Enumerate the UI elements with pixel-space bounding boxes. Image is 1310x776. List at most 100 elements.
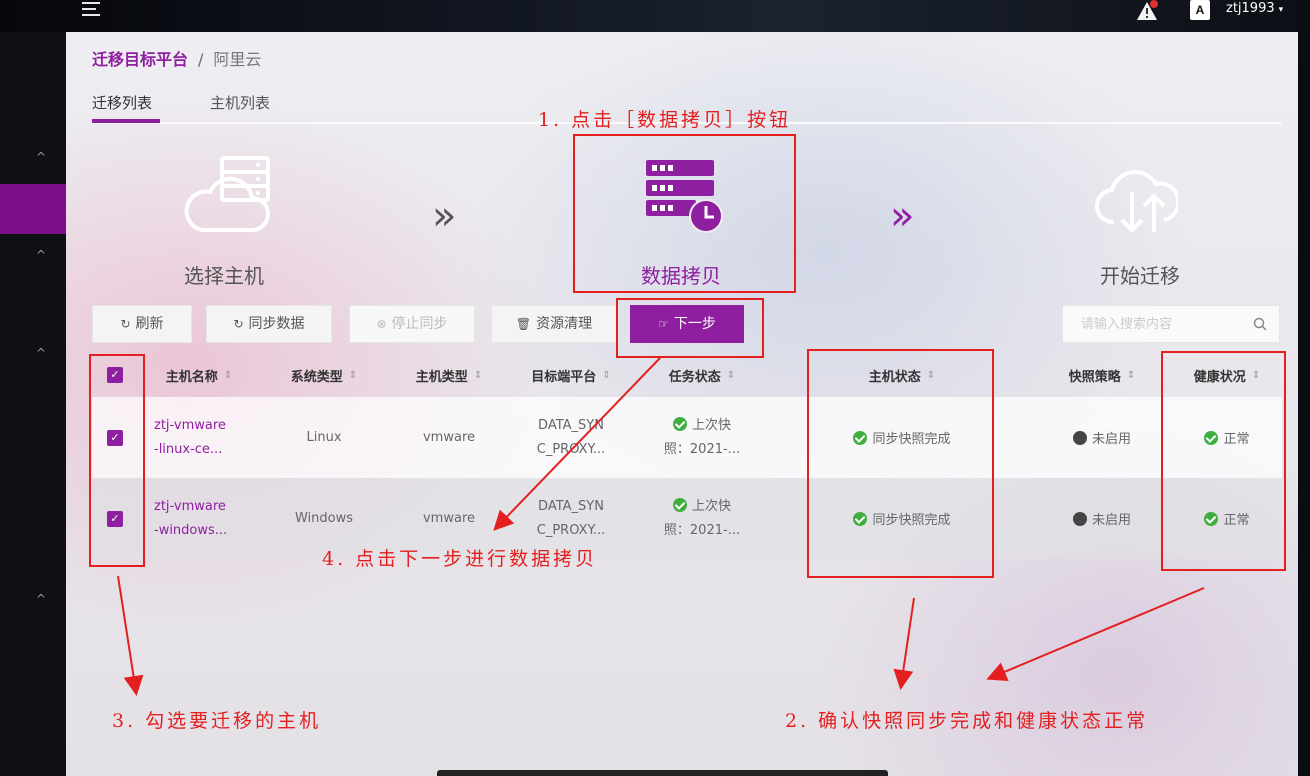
step-select-host-label: 选择主机	[184, 264, 264, 288]
select-all-cell: ✓	[92, 353, 138, 397]
column-label: 主机类型	[415, 369, 468, 385]
sidebar-collapse-icon[interactable]: ^	[36, 592, 46, 606]
tab-migration-list[interactable]: 迁移列表	[92, 92, 152, 113]
cloud-server-icon	[184, 156, 270, 232]
task-status-cell: 上次快照：2021-...	[632, 397, 772, 478]
breadcrumb-current: 阿里云	[213, 50, 262, 69]
stop-sync-button-label: 停止同步	[391, 316, 448, 332]
snapshot-policy-cell: 未启用	[1032, 478, 1172, 559]
user-menu[interactable]: ztj1993 ▾	[1226, 0, 1283, 19]
resource-cleanup-button-label: 资源清理	[536, 316, 593, 332]
hamburger-menu-icon[interactable]	[82, 2, 102, 20]
platform-line: C_PROXY...	[536, 522, 606, 538]
column-header-host-type[interactable]: 主机类型 ⇕	[388, 353, 510, 397]
sort-icon[interactable]: ⇕	[1127, 370, 1135, 381]
sort-icon[interactable]: ⇕	[349, 370, 357, 381]
column-header-task-status[interactable]: 任务状态 ⇕	[632, 353, 772, 397]
trash-icon: 🗑	[515, 317, 532, 331]
sort-icon[interactable]: ⇕	[602, 370, 610, 381]
next-step-button-label: 下一步	[673, 316, 716, 332]
search-icon[interactable]	[1253, 317, 1267, 331]
column-label: 快照策略	[1068, 369, 1121, 385]
sort-icon[interactable]: ⇕	[474, 370, 482, 381]
main-panel: 迁移目标平台 / 阿里云 迁移列表 主机列表 选择主机 » 数据拷贝 » 开始迁移 …	[66, 32, 1298, 776]
column-header-host-name[interactable]: 主机名称 ⇕	[138, 353, 260, 397]
sidebar-collapse-icon[interactable]: ^	[36, 150, 46, 164]
resource-cleanup-button[interactable]: 🗑 资源清理	[491, 305, 617, 343]
success-check-icon	[1204, 511, 1219, 526]
breadcrumb-separator: /	[198, 50, 204, 69]
annotation-step1-text: 1. 点击［数据拷贝］按钮	[538, 109, 792, 131]
caret-down-icon: ▾	[1278, 5, 1284, 15]
host-name-link[interactable]: ztj-vmware -windows...	[154, 478, 260, 559]
table-row[interactable]: ✓ ztj-vmware -linux-ce... Linux vmware DA…	[92, 397, 1282, 478]
target-platform-cell: DATA_SYN C_PROXY...	[510, 397, 632, 478]
database-clock-icon	[646, 160, 723, 233]
breadcrumb: 迁移目标平台 / 阿里云	[92, 46, 261, 70]
column-header-snapshot-policy[interactable]: 快照策略 ⇕	[1032, 353, 1172, 397]
task-status-line: 上次快	[691, 417, 731, 433]
host-status-cell: 同步快照完成	[772, 478, 1032, 559]
breadcrumb-parent-link[interactable]: 迁移目标平台	[92, 50, 188, 69]
stop-icon: ⊗	[376, 317, 387, 331]
username-label: ztj1993	[1226, 1, 1275, 16]
font-size-icon[interactable]: A	[1190, 0, 1210, 20]
success-check-icon	[672, 416, 687, 431]
tab-host-list[interactable]: 主机列表	[210, 92, 270, 113]
column-label: 主机名称	[165, 369, 218, 385]
sort-icon[interactable]: ⇕	[927, 370, 935, 381]
sync-data-button[interactable]: ↻ 同步数据	[206, 305, 332, 343]
column-header-host-status[interactable]: 主机状态 ⇕	[772, 353, 1032, 397]
success-check-icon	[672, 497, 687, 512]
column-header-os-type[interactable]: 系统类型 ⇕	[260, 353, 388, 397]
column-label: 目标端平台	[531, 369, 597, 385]
platform-line: DATA_SYN	[538, 498, 604, 514]
step-start-migration-label: 开始迁移	[1100, 264, 1180, 288]
row-checkbox[interactable]: ✓	[107, 510, 123, 527]
sync-icon: ↻	[233, 317, 244, 331]
sidebar-collapse-icon[interactable]: ^	[36, 248, 46, 262]
sort-icon[interactable]: ⇕	[727, 370, 735, 381]
column-label: 健康状况	[1193, 369, 1246, 385]
task-status-cell: 上次快 照：2021-...	[632, 478, 772, 559]
refresh-icon: ↻	[120, 317, 131, 331]
refresh-button-label: 刷新	[135, 316, 164, 332]
sort-icon[interactable]: ⇕	[1252, 370, 1260, 381]
task-status-line: 照：2021-...	[663, 441, 741, 457]
os-type-cell: Linux	[306, 430, 342, 445]
row-checkbox[interactable]: ✓	[107, 429, 123, 446]
annotation-step4-text: 4. 点击下一步进行数据拷贝	[322, 548, 598, 570]
host-type-cell: vmware	[422, 430, 475, 445]
step-data-copy-label[interactable]: 数据拷贝	[641, 260, 721, 289]
success-check-icon	[1204, 430, 1219, 445]
top-bar: A ztj1993 ▾	[0, 0, 1310, 32]
platform-line: DATA_SYN	[538, 417, 604, 433]
search-input[interactable]	[1063, 306, 1233, 342]
health-cell: 正常	[1172, 478, 1282, 559]
sync-data-button-label: 同步数据	[248, 316, 305, 332]
success-check-icon	[853, 511, 868, 526]
alert-triangle-icon[interactable]	[1136, 0, 1158, 22]
column-header-target-platform[interactable]: 目标端平台 ⇕	[510, 353, 632, 397]
sort-icon[interactable]: ⇕	[224, 370, 232, 381]
sidebar-collapse-icon[interactable]: ^	[36, 346, 46, 360]
refresh-button[interactable]: ↻ 刷新	[92, 305, 192, 343]
column-header-health[interactable]: 健康状况 ⇕	[1172, 353, 1282, 397]
disabled-dot-icon	[1072, 511, 1087, 526]
stop-sync-button[interactable]: ⊗ 停止同步	[349, 305, 475, 343]
row-select-cell: ✓	[92, 478, 138, 559]
host-name-link[interactable]: ztj-vmware -linux-ce...	[154, 397, 260, 478]
cloud-transfer-icon	[1095, 170, 1178, 233]
bottom-scrollbar[interactable]	[437, 770, 888, 776]
active-tab-indicator	[92, 119, 160, 123]
snapshot-policy-text: 未启用	[1091, 513, 1131, 528]
host-name-line: -windows...	[154, 522, 228, 538]
host-status-cell: 同步快照完成	[772, 397, 1032, 478]
next-step-button[interactable]: ☞ 下一步	[630, 305, 744, 343]
select-all-checkbox[interactable]: ✓	[107, 367, 123, 383]
platform-line: C_PROXY...	[536, 441, 606, 457]
sidebar: ^ ^ ^ ^	[0, 32, 66, 776]
snapshot-policy-text: 未启用	[1091, 432, 1131, 447]
sidebar-active-item[interactable]	[0, 184, 66, 234]
table-row[interactable]: ✓ ztj-vmware -windows... Windows vmware D…	[92, 478, 1282, 559]
